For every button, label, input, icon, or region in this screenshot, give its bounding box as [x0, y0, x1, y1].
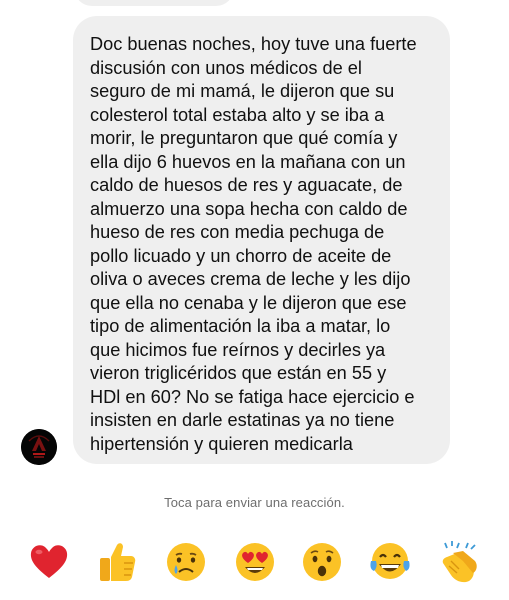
reaction-surprised-button[interactable]: [300, 538, 344, 586]
crying-face-icon: [167, 543, 205, 581]
message-row: Doc buenas noches, hoy tuve una fuerte d…: [0, 16, 509, 468]
reaction-bar: [0, 538, 509, 588]
reaction-hint: Toca para enviar una reacción.: [164, 495, 345, 510]
sender-avatar[interactable]: [21, 429, 57, 465]
heart-eyes-face-icon: [236, 543, 274, 581]
avatar-logo-icon: [21, 429, 57, 465]
clapping-hands-icon: [442, 541, 477, 583]
reaction-thumbs-up-button[interactable]: [95, 538, 139, 586]
message-bubble[interactable]: Doc buenas noches, hoy tuve una fuerte d…: [73, 16, 450, 464]
reaction-heart-button[interactable]: [27, 538, 71, 586]
reaction-tears-of-joy-button[interactable]: [368, 538, 412, 586]
red-heart-icon: [30, 545, 68, 578]
previous-message-bubble: [74, 0, 234, 6]
reaction-heart-eyes-button[interactable]: [233, 538, 277, 586]
surprised-face-icon: [303, 543, 341, 581]
reaction-clapping-button[interactable]: [437, 538, 481, 586]
thumbs-up-icon: [100, 543, 136, 581]
tears-of-joy-face-icon: [370, 543, 410, 579]
message-text: Doc buenas noches, hoy tuve una fuerte d…: [90, 34, 417, 454]
reaction-crying-button[interactable]: [164, 538, 208, 586]
